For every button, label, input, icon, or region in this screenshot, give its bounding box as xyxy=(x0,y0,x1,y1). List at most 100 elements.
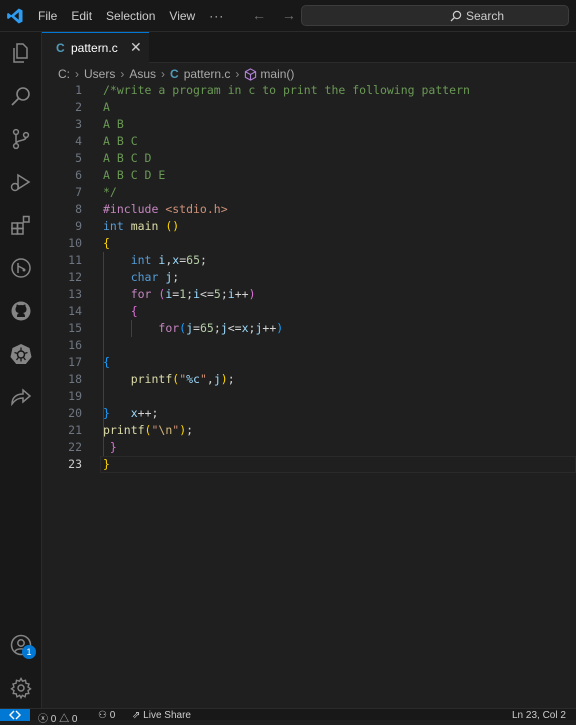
code-line[interactable]: 20} x++; xyxy=(42,405,576,422)
problems-indicator[interactable]: ⓧ 0 △ 0 xyxy=(38,710,77,725)
current-line-highlight xyxy=(100,456,576,473)
code-text: A B C D xyxy=(103,151,151,165)
menu-selection[interactable]: Selection xyxy=(106,9,155,23)
chevron-right-icon: › xyxy=(75,67,79,81)
code-token: j xyxy=(186,321,194,335)
menu-edit[interactable]: Edit xyxy=(71,9,92,23)
command-center-search[interactable]: Search xyxy=(301,5,569,26)
code-line[interactable]: 3 A B xyxy=(42,116,576,133)
live-share-icon[interactable] xyxy=(9,385,33,409)
search-view-icon[interactable] xyxy=(9,84,33,108)
status-bar: ⓧ 0 △ 0 ⚇ 0 ⇗ Live Share Ln 23, Col 2 xyxy=(0,708,576,725)
code-line[interactable]: 4 A B C xyxy=(42,133,576,150)
line-number: 1 xyxy=(75,83,82,97)
code-token: j xyxy=(213,372,221,386)
c-file-icon: C xyxy=(170,67,179,81)
code-text: { xyxy=(103,304,138,318)
code-line[interactable]: 14 { xyxy=(42,303,576,320)
code-line[interactable]: 8 #include <stdio.h> xyxy=(42,201,576,218)
code-line[interactable]: 10 { xyxy=(42,235,576,252)
code-text: } xyxy=(103,457,110,471)
code-line[interactable]: 9 int main () xyxy=(42,218,576,235)
vscode-logo-icon xyxy=(7,8,23,24)
code-line[interactable]: 23} xyxy=(42,456,576,473)
explorer-files-icon[interactable] xyxy=(9,41,33,65)
extensions-icon[interactable] xyxy=(9,213,33,237)
line-number: 23 xyxy=(68,457,82,471)
code-text: for (i=1;i<=5;i++) xyxy=(103,287,256,301)
git-graph-icon[interactable] xyxy=(9,256,33,280)
line-number: 12 xyxy=(68,270,82,284)
code-token: ) xyxy=(248,287,256,301)
breadcrumb-users[interactable]: Users xyxy=(84,67,115,81)
close-icon[interactable]: ✕ xyxy=(130,39,142,56)
code-line[interactable]: 6 A B C D E xyxy=(42,167,576,184)
code-token: i xyxy=(193,287,201,301)
code-line[interactable]: 18 printf("%c",j); xyxy=(42,371,576,388)
code-line[interactable]: 22 } xyxy=(42,439,576,456)
code-text: int main () xyxy=(103,219,179,233)
line-number: 17 xyxy=(68,355,82,369)
code-text: int i,x=65; xyxy=(103,253,207,267)
remote-indicator[interactable] xyxy=(0,709,30,721)
kubernetes-icon[interactable] xyxy=(9,342,33,366)
source-control-icon[interactable] xyxy=(9,127,33,151)
code-line[interactable]: 19 xyxy=(42,388,576,405)
menu-more-icon[interactable]: ··· xyxy=(209,9,224,23)
tab-pattern-c[interactable]: C pattern.c ✕ xyxy=(42,32,149,63)
back-arrow-icon[interactable]: ← xyxy=(252,7,266,23)
remote-icon xyxy=(9,710,21,720)
code-line[interactable]: 11 int i,x=65; xyxy=(42,252,576,269)
breadcrumb-asus[interactable]: Asus xyxy=(129,67,156,81)
run-debug-icon[interactable] xyxy=(9,170,33,194)
code-token: ; xyxy=(213,321,221,335)
line-number: 3 xyxy=(75,117,82,131)
code-token: /*write a program in c to print the foll… xyxy=(103,83,470,97)
code-token: 65 xyxy=(186,253,201,267)
line-number: 4 xyxy=(75,134,82,148)
code-token: 5 xyxy=(213,287,221,301)
code-line[interactable]: 1 /*write a program in c to print the fol… xyxy=(42,82,576,99)
code-line[interactable]: 15 for(j=65;j<=x;j++) xyxy=(42,320,576,337)
code-line[interactable]: 5 A B C D xyxy=(42,150,576,167)
breadcrumb-symbol[interactable]: main() xyxy=(260,67,294,81)
ports-icon: ⚇ xyxy=(98,710,107,721)
breadcrumb-drive[interactable]: C: xyxy=(58,67,70,81)
code-editor[interactable]: 1 /*write a program in c to print the fol… xyxy=(42,82,576,682)
code-token: #include xyxy=(103,202,166,216)
code-token: () xyxy=(165,219,180,233)
menu-file[interactable]: File xyxy=(38,9,57,23)
code-token: \n xyxy=(158,423,173,437)
ports-indicator[interactable]: ⚇ 0 xyxy=(98,710,115,721)
code-text: char j; xyxy=(103,270,180,284)
live-share-status[interactable]: ⇗ Live Share xyxy=(132,710,191,721)
github-icon[interactable] xyxy=(9,299,33,323)
code-token: A B C xyxy=(103,134,138,148)
code-text: */ xyxy=(103,185,117,199)
line-number: 11 xyxy=(68,253,82,267)
code-line[interactable]: 16 xyxy=(42,337,576,354)
code-line[interactable]: 21 printf("\n"); xyxy=(42,422,576,439)
forward-arrow-icon[interactable]: → xyxy=(282,7,296,23)
settings-gear-icon[interactable] xyxy=(9,676,33,700)
code-line[interactable]: 2A xyxy=(42,99,576,116)
breadcrumb-file[interactable]: pattern.c xyxy=(184,67,231,81)
code-text: { xyxy=(103,236,110,250)
code-line[interactable]: 17 { xyxy=(42,354,576,371)
cursor-position[interactable]: Ln 23, Col 2 xyxy=(512,710,566,721)
live-share-label: Live Share xyxy=(143,710,191,721)
menu-view[interactable]: View xyxy=(169,9,195,23)
code-token: x xyxy=(241,321,249,335)
line-number: 19 xyxy=(68,389,82,403)
code-token: ; xyxy=(186,423,194,437)
code-text: A B C D E xyxy=(103,168,165,182)
code-line[interactable]: 7 */ xyxy=(42,184,576,201)
line-number: 7 xyxy=(75,185,82,199)
code-token: A B C D xyxy=(103,151,152,165)
code-line[interactable]: 12 char j; xyxy=(42,269,576,286)
code-token: j xyxy=(220,321,228,335)
code-line[interactable]: 13 for (i=1;i<=5;i++) xyxy=(42,286,576,303)
